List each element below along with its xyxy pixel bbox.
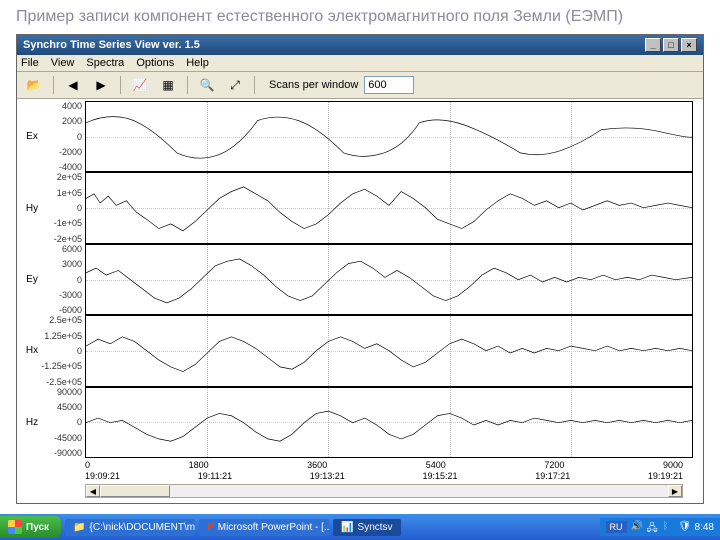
menubar: File View Spectra Options Help — [17, 55, 703, 72]
scroll-thumb[interactable] — [100, 485, 170, 497]
task-powerpoint[interactable]: P Microsoft PowerPoint - [... — [199, 519, 329, 536]
yaxis-hz: 90000 45000 0 -45000 -90000 — [41, 387, 85, 458]
scroll-right-icon[interactable]: ▶ — [668, 485, 682, 497]
menu-view[interactable]: View — [51, 57, 75, 69]
minimize-button[interactable]: _ — [645, 38, 661, 52]
plot-hy: Hy 2e+05 1e+05 0 -1e+05 -2e+05 — [23, 172, 693, 243]
powerpoint-icon: P — [207, 522, 214, 533]
canvas-hy[interactable] — [85, 172, 693, 243]
yaxis-hx: 2.5e+05 1.25e+05 0 -1.25e+05 -2.5e+05 — [41, 315, 85, 386]
language-indicator[interactable]: RU — [606, 521, 627, 533]
system-tray: RU 🔊 🖧 ᛒ 🛡 8:48 — [600, 518, 720, 536]
plot-hz: Hz 90000 45000 0 -45000 -90000 — [23, 387, 693, 458]
taskbar: Пуск 📁 {C:\nick\DOCUMENT\mts... P Micros… — [0, 514, 720, 540]
xaxis-times: 19:09:21 19:11:21 19:13:21 19:15:21 19:1… — [23, 471, 693, 481]
scans-label: Scans per window — [269, 79, 358, 91]
volume-icon[interactable]: 🔊 — [631, 521, 643, 533]
zoom-icon[interactable]: 🔍 — [196, 75, 218, 95]
menu-spectra[interactable]: Spectra — [86, 57, 124, 69]
ylabel-ex: Ex — [23, 101, 41, 172]
canvas-ey[interactable] — [85, 244, 693, 315]
window-title: Synchro Time Series View ver. 1.5 — [23, 39, 200, 51]
grid-icon[interactable]: ▦ — [157, 75, 179, 95]
menu-options[interactable]: Options — [136, 57, 174, 69]
task-explorer[interactable]: 📁 {C:\nick\DOCUMENT\mts... — [65, 519, 195, 536]
chart-icon[interactable]: 📈 — [129, 75, 151, 95]
plot-ey: Ey 6000 3000 0 -3000 -6000 — [23, 244, 693, 315]
horizontal-scrollbar[interactable]: ◀ ▶ — [85, 484, 683, 498]
task-synctsv[interactable]: 📊 Synctsv — [333, 519, 400, 536]
window-controls: _ □ × — [645, 38, 697, 52]
maximize-button[interactable]: □ — [663, 38, 679, 52]
windows-logo-icon — [8, 520, 22, 534]
titlebar: Synchro Time Series View ver. 1.5 _ □ × — [17, 35, 703, 55]
network-icon[interactable]: 🖧 — [647, 521, 659, 533]
ylabel-hx: Hx — [23, 315, 41, 386]
scroll-track[interactable] — [100, 485, 668, 497]
ylabel-ey: Ey — [23, 244, 41, 315]
xaxis-ticks: 0 1800 3600 5400 7200 9000 — [23, 460, 693, 470]
ylabel-hz: Hz — [23, 387, 41, 458]
scans-input[interactable] — [364, 76, 414, 94]
toolbar: 📂 ◀ ▶ 📈 ▦ 🔍 ⤢ Scans per window — [17, 72, 703, 99]
yaxis-hy: 2e+05 1e+05 0 -1e+05 -2e+05 — [41, 172, 85, 243]
app-icon: 📊 — [341, 522, 353, 533]
yaxis-ey: 6000 3000 0 -3000 -6000 — [41, 244, 85, 315]
start-button[interactable]: Пуск — [0, 516, 61, 538]
open-icon[interactable]: 📂 — [23, 75, 45, 95]
folder-icon: 📁 — [73, 522, 85, 533]
bluetooth-icon[interactable]: ᛒ — [663, 521, 675, 533]
next-icon[interactable]: ▶ — [90, 75, 112, 95]
yaxis-ex: 4000 2000 0 -2000 -4000 — [41, 101, 85, 172]
menu-file[interactable]: File — [21, 57, 39, 69]
ylabel-hy: Hy — [23, 172, 41, 243]
plot-ex: Ex 4000 2000 0 -2000 -4000 — [23, 101, 693, 172]
clock[interactable]: 8:48 — [695, 522, 714, 533]
close-button[interactable]: × — [681, 38, 697, 52]
menu-help[interactable]: Help — [186, 57, 209, 69]
canvas-hx[interactable] — [85, 315, 693, 386]
shield-icon[interactable]: 🛡 — [679, 521, 691, 533]
canvas-hz[interactable] — [85, 387, 693, 458]
slide-title: Пример записи компонент естественного эл… — [0, 0, 720, 34]
plots-area: Ex 4000 2000 0 -2000 -4000 Hy 2e+05 1e+0… — [17, 99, 703, 503]
canvas-ex[interactable] — [85, 101, 693, 172]
plot-hx: Hx 2.5e+05 1.25e+05 0 -1.25e+05 -2.5e+05 — [23, 315, 693, 386]
fit-icon[interactable]: ⤢ — [224, 75, 246, 95]
prev-icon[interactable]: ◀ — [62, 75, 84, 95]
scroll-left-icon[interactable]: ◀ — [86, 485, 100, 497]
app-window: Synchro Time Series View ver. 1.5 _ □ × … — [16, 34, 704, 504]
